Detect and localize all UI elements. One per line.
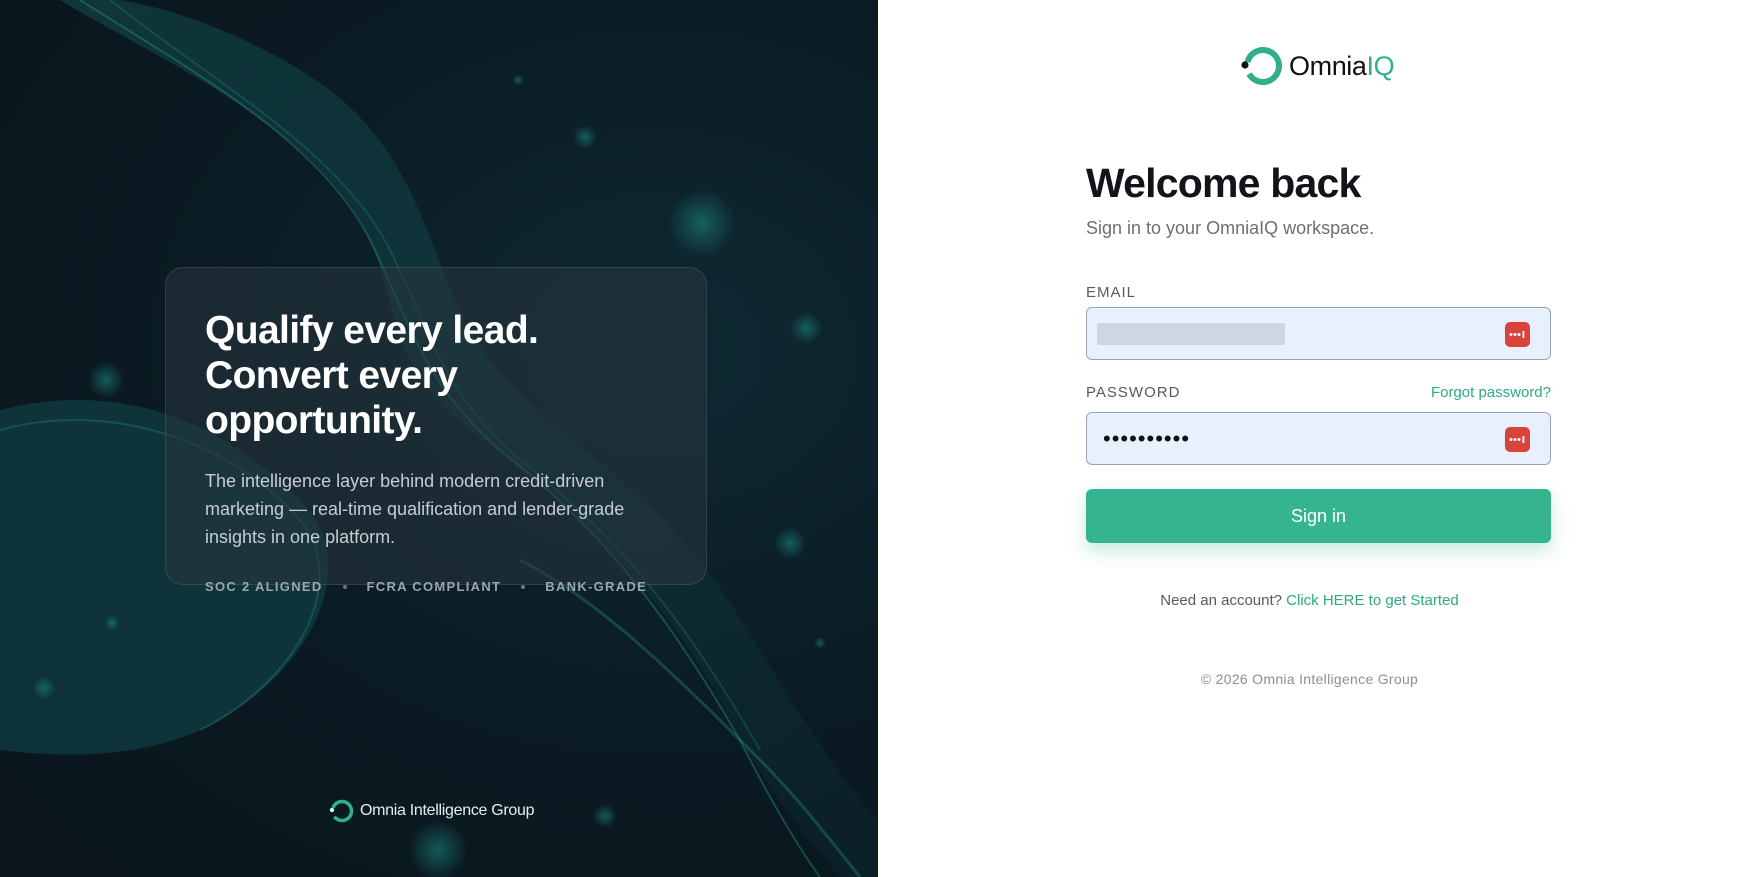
hero-panel: Qualify every lead. Convert every opport… xyxy=(0,0,878,877)
password-manager-icon[interactable] xyxy=(1505,427,1530,452)
sign-in-button[interactable]: Sign in xyxy=(1086,489,1551,543)
email-value-redacted xyxy=(1097,322,1285,345)
email-field[interactable] xyxy=(1086,307,1551,360)
password-label-row: PASSWORD Forgot password? xyxy=(1086,384,1551,401)
forgot-password-link[interactable]: Forgot password? xyxy=(1431,384,1551,401)
sign-in-form: Welcome back Sign in to your OmniaIQ wor… xyxy=(1086,160,1551,543)
hero-title-line-1: Qualify every lead. xyxy=(205,309,539,352)
badge-fcra: FCRA COMPLIANT xyxy=(366,579,502,594)
signup-prompt: Need an account? Click HERE to get Start… xyxy=(878,592,1741,609)
password-field[interactable]: •••••••••• xyxy=(1086,412,1551,465)
copyright: © 2026 Omnia Intelligence Group xyxy=(1200,671,1419,687)
omnia-logo-icon xyxy=(329,799,354,823)
email-label: EMAIL xyxy=(1086,284,1137,301)
hero-description: The intelligence layer behind modern cre… xyxy=(205,471,625,547)
badge-separator xyxy=(342,584,347,589)
omniaiq-logo-icon xyxy=(1241,47,1282,85)
hero-title-line-2: Convert every opportunity. xyxy=(205,354,458,442)
badge-bank-grade: BANK-GRADE xyxy=(545,579,648,594)
hero-card: Qualify every lead. Convert every opport… xyxy=(165,267,707,594)
page-subtitle: Sign in to your OmniaIQ workspace. xyxy=(1086,218,1375,238)
password-label: PASSWORD xyxy=(1086,384,1181,401)
omniaiq-logo: OmniaIQ xyxy=(1239,44,1395,88)
logo-text-accent: IQ xyxy=(1366,50,1395,81)
logo-wordmark: OmniaIQ xyxy=(1289,50,1395,82)
hero-title: Qualify every lead. Convert every opport… xyxy=(205,308,667,443)
left-footer-brand-text: Omnia Intelligence Group xyxy=(360,802,535,819)
get-started-link[interactable]: Click HERE to get Started xyxy=(1286,592,1459,609)
page-title: Welcome back xyxy=(1086,160,1361,206)
password-manager-icon[interactable] xyxy=(1505,322,1530,347)
sign-in-panel: OmniaIQ Welcome back Sign in to your Omn… xyxy=(878,0,1741,877)
badge-soc2: SOC 2 ALIGNED xyxy=(205,579,323,594)
compliance-badges: SOC 2 ALIGNED FCRA COMPLIANT BANK-GRADE xyxy=(205,579,667,594)
dots-icon xyxy=(1509,436,1525,443)
logo-text-main: Omnia xyxy=(1289,50,1367,81)
signup-prompt-text: Need an account? xyxy=(1160,592,1282,609)
badge-separator xyxy=(521,584,526,589)
left-footer-brand: Omnia Intelligence Group xyxy=(328,798,535,824)
password-value: •••••••••• xyxy=(1103,425,1191,451)
dots-icon xyxy=(1509,331,1525,338)
